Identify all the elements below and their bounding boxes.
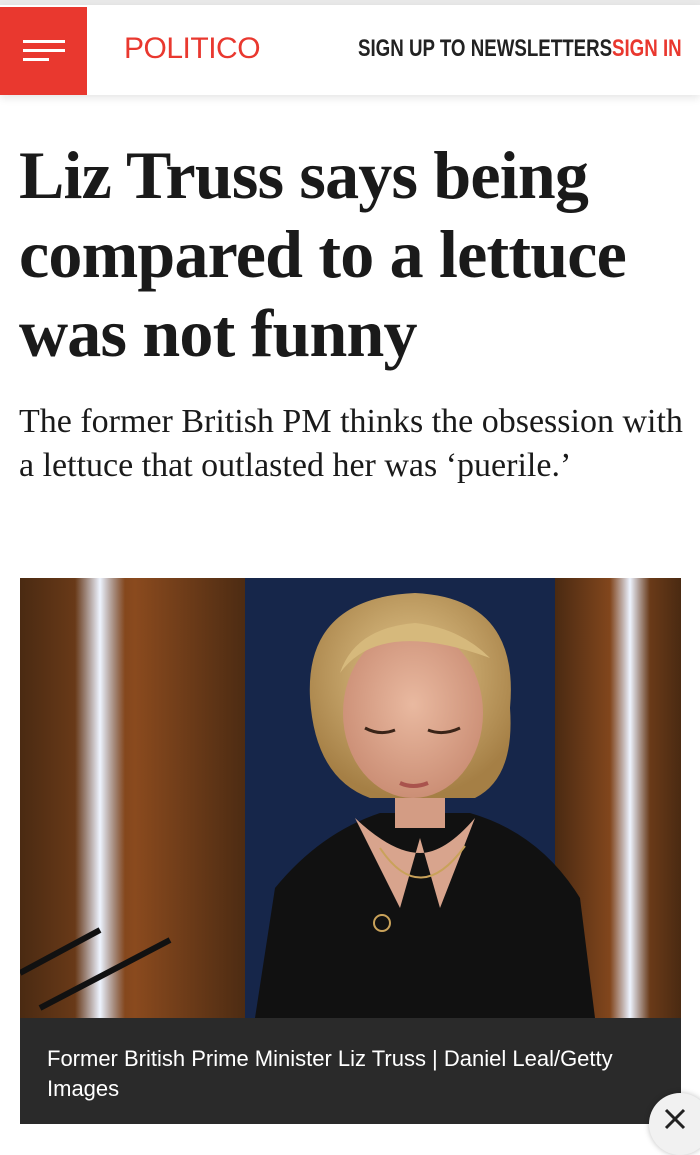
sign-in-link[interactable]: SIGN IN bbox=[612, 35, 682, 63]
hero-image bbox=[20, 578, 681, 1018]
close-icon bbox=[664, 1108, 686, 1130]
hamburger-menu-icon bbox=[22, 40, 65, 61]
newsletters-link[interactable]: SIGN UP TO NEWSLETTERS bbox=[358, 35, 612, 63]
menu-button[interactable] bbox=[0, 7, 87, 95]
site-header: POLITICO SIGN UP TO NEWSLETTERS SIGN IN bbox=[0, 5, 700, 95]
politico-logo[interactable]: POLITICO bbox=[124, 32, 261, 66]
article-subheadline: The former British PM thinks the obsessi… bbox=[19, 403, 683, 484]
close-ad-button[interactable] bbox=[649, 1093, 700, 1155]
hero-photo-illustration bbox=[20, 578, 681, 1018]
image-caption: Former British Prime Minister Liz Truss … bbox=[20, 1018, 681, 1124]
article-headline: Liz Truss says being compared to a lettu… bbox=[19, 137, 627, 371]
